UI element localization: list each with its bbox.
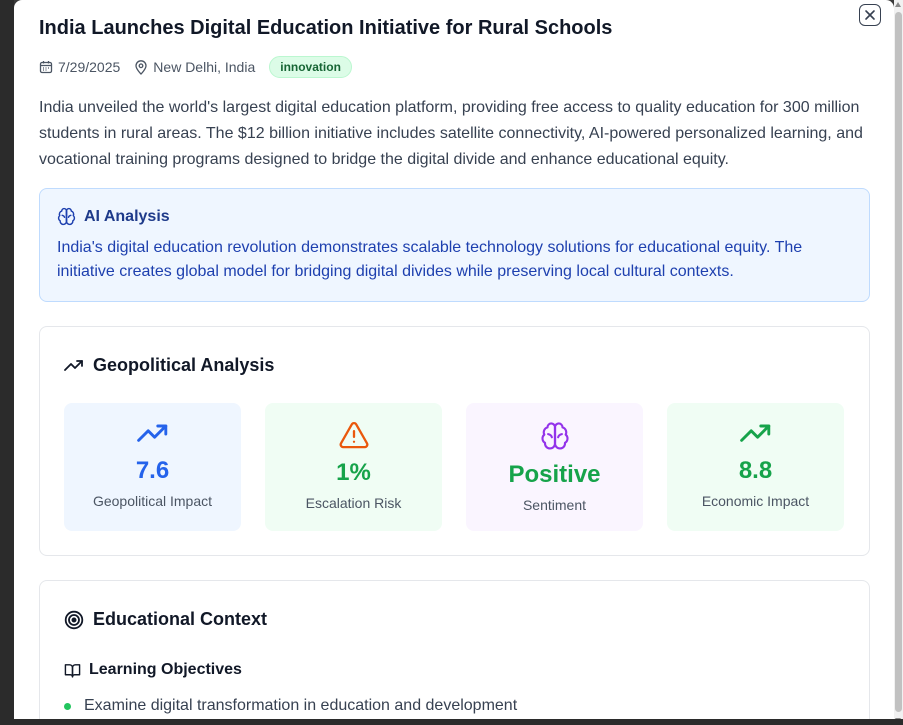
metric-label: Economic Impact (701, 493, 810, 509)
list-item: Examine digital transformation in educat… (64, 697, 517, 715)
calendar-icon (39, 61, 53, 74)
metric-escalation-risk: 1% Escalation Risk (265, 403, 442, 531)
article-meta: 7/29/2025 New Delhi, India innovation (39, 56, 352, 78)
scroll-up-arrow-icon[interactable] (895, 2, 901, 7)
target-icon (64, 610, 84, 629)
learning-objectives-header: Learning Objectives (64, 661, 242, 679)
ai-analysis-box: AI Analysis India's digital education re… (39, 188, 870, 302)
brain-icon (540, 422, 569, 450)
metric-sentiment: Positive Sentiment (466, 403, 643, 531)
metric-geopolitical-impact: 7.6 Geopolitical Impact (64, 403, 241, 531)
article-summary: India unveiled the world's largest digit… (39, 99, 863, 168)
metrics-grid: 7.6 Geopolitical Impact 1% Escalation Ri… (64, 403, 844, 531)
educational-context-title: Educational Context (93, 609, 268, 629)
trending-up-icon (64, 359, 83, 371)
warning-triangle-icon (339, 421, 368, 449)
educational-context-card: Educational Context Learning Objectives … (39, 580, 870, 719)
geopolitical-header: Geopolitical Analysis (64, 355, 274, 376)
learning-objectives-title: Learning Objectives (89, 661, 242, 678)
book-open-icon (64, 663, 81, 678)
metric-value: 7.6 (135, 457, 170, 484)
geopolitical-title: Geopolitical Analysis (93, 355, 275, 375)
date-info: 7/29/2025 (39, 59, 120, 75)
ai-analysis-title: AI Analysis (84, 207, 170, 225)
metric-value: 8.8 (738, 457, 773, 484)
ai-analysis-text: India's digital education revolution dem… (57, 239, 803, 280)
metric-value: Positive (508, 461, 601, 488)
brain-icon (57, 207, 76, 226)
metric-label: Escalation Risk (305, 495, 402, 511)
modal-backdrop-bottom (0, 719, 903, 725)
article-location: New Delhi, India (153, 59, 256, 75)
scrollbar[interactable] (894, 0, 903, 725)
map-pin-icon (135, 59, 147, 75)
trending-up-icon (136, 424, 167, 442)
ai-analysis-header: AI Analysis (57, 207, 852, 226)
article-title: India Launches Digital Education Initiat… (39, 17, 613, 39)
scrollbar-thumb[interactable] (895, 12, 902, 712)
metric-label: Geopolitical Impact (92, 493, 213, 509)
close-button[interactable] (859, 4, 881, 26)
objective-text: Examine digital transformation in educat… (84, 697, 518, 714)
article-modal: India Launches Digital Education Initiat… (14, 0, 894, 719)
metric-label: Sentiment (522, 497, 587, 513)
location-info: New Delhi, India (134, 59, 255, 75)
close-icon (865, 10, 875, 20)
geopolitical-card: Geopolitical Analysis 7.6 Geopolitical I… (39, 326, 870, 556)
article-date: 7/29/2025 (58, 59, 121, 75)
category-badge: innovation (269, 56, 352, 78)
modal-backdrop[interactable] (0, 0, 14, 725)
bullet-dot-icon (64, 702, 71, 710)
metric-economic-impact: 8.8 Economic Impact (667, 403, 844, 531)
metric-value: 1% (336, 459, 371, 486)
trending-up-icon (739, 424, 770, 442)
educational-context-header: Educational Context (64, 609, 267, 630)
